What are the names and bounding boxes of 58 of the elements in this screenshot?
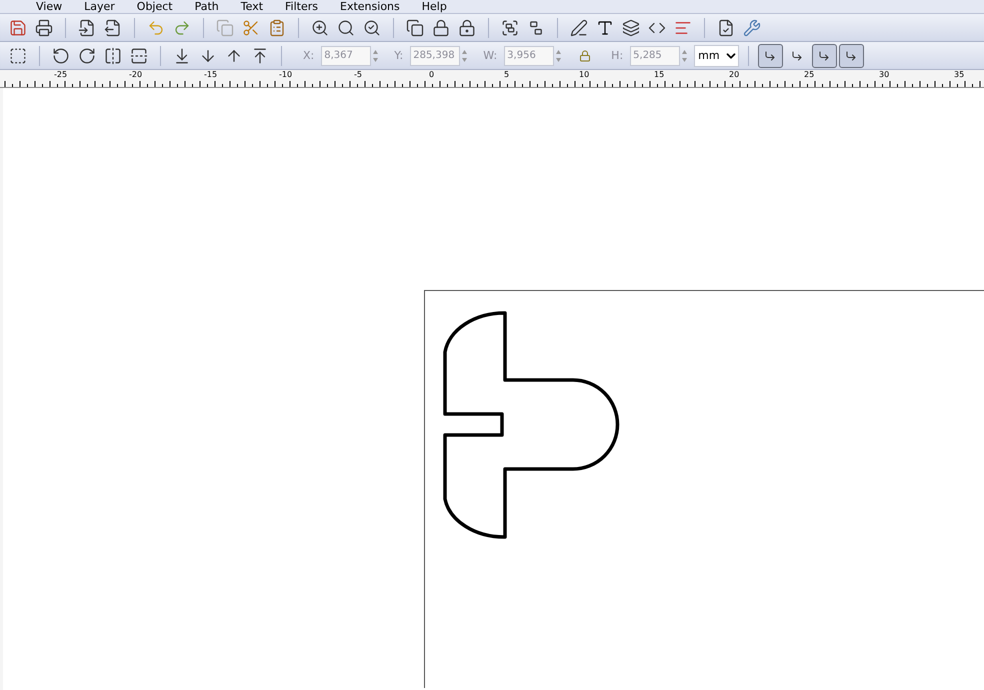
raise-to-top-icon[interactable]: [251, 46, 269, 64]
ruler-label: 30: [879, 70, 890, 79]
layers-icon[interactable]: [622, 18, 640, 36]
menu-item[interactable]: View: [36, 0, 62, 12]
menu-item[interactable]: Layer: [84, 0, 115, 12]
text-icon[interactable]: [596, 18, 614, 36]
field-label: X:: [303, 49, 314, 62]
paste-icon[interactable]: [268, 18, 286, 36]
duplicate-icon[interactable]: [406, 18, 424, 36]
lock-icon[interactable]: [579, 50, 592, 62]
menu-item[interactable]: Help: [422, 0, 447, 12]
ruler-label: -20: [129, 70, 142, 79]
toggle-button[interactable]: [812, 44, 837, 68]
select-all-icon[interactable]: [9, 46, 27, 64]
redo-icon[interactable]: [173, 18, 191, 36]
export-icon[interactable]: [104, 18, 122, 36]
document-properties-icon[interactable]: [717, 18, 735, 36]
ruler-label: -25: [54, 70, 68, 79]
menu-item[interactable]: Extensions: [340, 0, 400, 12]
ruler-label: -5: [354, 70, 362, 79]
preferences-icon[interactable]: [743, 18, 761, 36]
field-label: Y:: [394, 49, 404, 62]
lower-to-bottom-icon[interactable]: [173, 46, 191, 64]
rotate-right-icon[interactable]: [78, 46, 96, 64]
flip-horizontal-icon[interactable]: [104, 46, 122, 64]
ruler-label: 5: [504, 70, 510, 79]
flip-vertical-icon[interactable]: [130, 46, 148, 64]
zoom-page-icon[interactable]: [363, 18, 381, 36]
cut-icon[interactable]: [242, 18, 260, 36]
ungroup-icon[interactable]: [527, 18, 545, 36]
snap-icon: [818, 50, 830, 62]
menu-item[interactable]: Filters: [285, 0, 318, 12]
zoom-icon[interactable]: [311, 18, 329, 36]
unit-dropdown[interactable]: mm: [694, 44, 739, 66]
ruler-label: 10: [579, 70, 590, 79]
ruler-label: 0: [429, 70, 434, 79]
field-label: W:: [483, 49, 498, 62]
toggle-button[interactable]: [758, 44, 783, 68]
snap-icon: [764, 50, 776, 62]
save-icon[interactable]: [9, 18, 27, 36]
ruler-label: 20: [729, 70, 740, 79]
import-icon[interactable]: [78, 18, 96, 36]
toggle-button[interactable]: [838, 44, 864, 68]
snap-icon: [791, 50, 804, 62]
ruler-label: 15: [654, 70, 664, 79]
menu-item[interactable]: Object: [136, 0, 173, 12]
field-label: H:: [611, 49, 624, 62]
group-icon[interactable]: [501, 18, 519, 36]
print-icon[interactable]: [35, 18, 53, 36]
rotate-left-icon[interactable]: [52, 46, 70, 64]
ruler-label: 25: [804, 70, 814, 79]
ruler-label: -15: [204, 70, 218, 79]
zoom-drawing-icon[interactable]: [337, 18, 355, 36]
ruler-label: -10: [279, 70, 292, 79]
snap-icon: [845, 50, 858, 62]
ruler-label: 35: [954, 70, 964, 79]
menu-item[interactable]: Text: [240, 0, 264, 12]
menu-item[interactable]: Path: [194, 0, 219, 12]
